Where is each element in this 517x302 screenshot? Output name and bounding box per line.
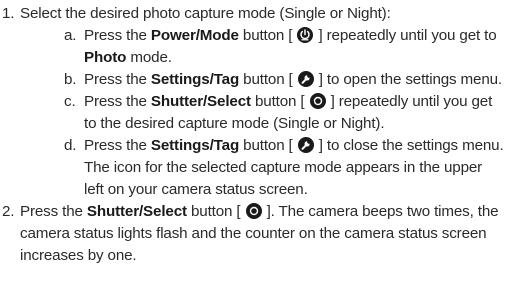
substep-text: Press the Power/Mode button [ ] repeated… bbox=[84, 27, 497, 66]
instructions-document: 1. Select the desired photo capture mode… bbox=[0, 0, 517, 302]
shutter-icon bbox=[309, 93, 326, 109]
shutter-icon bbox=[245, 203, 262, 219]
button-name: Shutter/Select bbox=[86, 203, 187, 220]
power-mode-icon bbox=[297, 27, 314, 43]
step-2: 2. Press the Shutter/Select button [ ]. … bbox=[0, 201, 517, 267]
step-number: 1. bbox=[2, 5, 15, 22]
substep-text: Press the Shutter/Select button [ ] repe… bbox=[84, 93, 493, 132]
substep-d: d. Press the Settings/Tag button [ ] to … bbox=[0, 135, 517, 201]
substep-letter: d. bbox=[64, 137, 77, 154]
substep-letter: a. bbox=[64, 27, 77, 44]
substep-letter: b. bbox=[64, 71, 77, 88]
button-name: Settings/Tag bbox=[150, 71, 240, 88]
step-text: Press the Shutter/Select button [ ]. The… bbox=[20, 203, 499, 264]
substep-c: c. Press the Shutter/Select button [ ] r… bbox=[0, 91, 517, 135]
step-number: 2. bbox=[2, 203, 15, 220]
substep-b: b. Press the Settings/Tag button [ ] to … bbox=[0, 69, 517, 91]
button-name: Shutter/Select bbox=[150, 93, 251, 110]
mode-name: Photo bbox=[84, 49, 127, 66]
substep-text: Press the Settings/Tag button [ ] to ope… bbox=[84, 71, 503, 88]
wrench-icon bbox=[297, 137, 314, 153]
substep-letter: c. bbox=[64, 93, 76, 110]
wrench-icon bbox=[297, 71, 314, 87]
step-1: 1. Select the desired photo capture mode… bbox=[0, 3, 517, 25]
button-name: Settings/Tag bbox=[150, 137, 240, 154]
substep-text: Press the Settings/Tag button [ ] to clo… bbox=[84, 137, 504, 198]
button-name: Power/Mode bbox=[150, 27, 239, 44]
substep-a: a. Press the Power/Mode button [ ] repea… bbox=[0, 25, 517, 69]
step-text: Select the desired photo capture mode (S… bbox=[20, 5, 391, 22]
